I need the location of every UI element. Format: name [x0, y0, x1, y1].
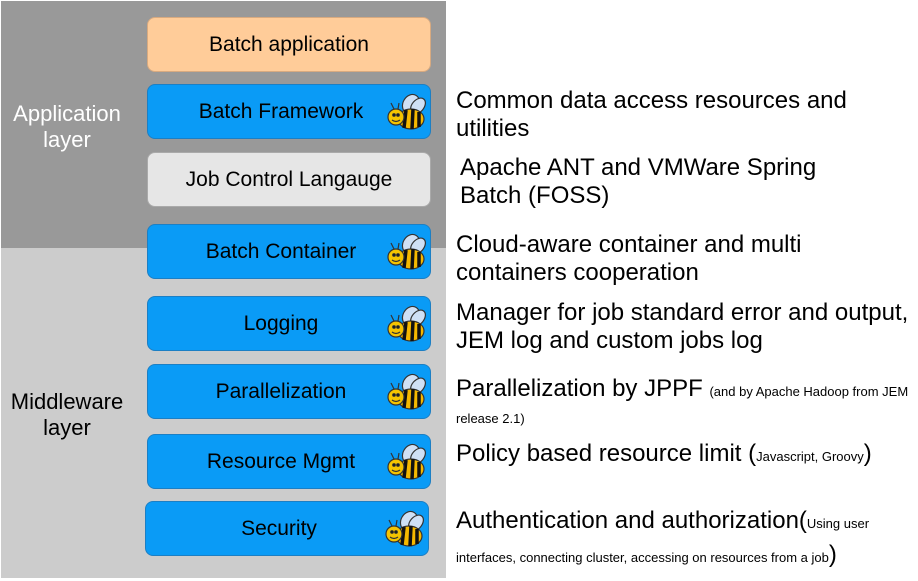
box-label: Batch Container: [205, 239, 357, 263]
logging-description: Manager for job standard error and outpu…: [456, 299, 909, 354]
parallelization-box: Parallelization: [147, 364, 431, 419]
box-label: Batch Framework: [198, 99, 364, 123]
box-label: Batch application: [209, 32, 369, 56]
description-close: ): [863, 440, 872, 467]
middleware-layer-label: Middleware layer: [10, 389, 124, 440]
security-description: Authentication and authorization(Using u…: [456, 505, 916, 573]
bee-icon: [385, 510, 424, 547]
application-layer-label: Application layer: [13, 101, 121, 152]
box-label: Security: [241, 516, 317, 540]
description-main: Parallelization by JPPF: [456, 375, 710, 402]
description-main: Policy based resource limit (: [456, 440, 757, 467]
container-description: Cloud-aware container and multi containe…: [456, 231, 802, 286]
batch-application-box: Batch application: [147, 17, 431, 72]
jcl-box: Job Control Langauge: [147, 152, 431, 207]
resource-mgmt-box: Resource Mgmt: [147, 434, 431, 489]
bee-icon: [387, 233, 426, 270]
jcl-description: Apache ANT and VMWare Spring Batch (FOSS…: [460, 154, 817, 209]
security-box: Security: [145, 501, 429, 556]
bee-icon: [387, 93, 426, 130]
logging-box: Logging: [147, 296, 431, 351]
resource-description: Policy based resource limit (Javascript,…: [456, 438, 876, 472]
box-label: Logging: [243, 311, 319, 335]
bee-icon: [387, 443, 426, 480]
framework-description: Common data access resources and utiliti…: [456, 87, 847, 142]
description-main: Authentication and authorization(: [456, 507, 807, 534]
batch-container-box: Batch Container: [147, 224, 431, 279]
parallelization-description: Parallelization by JPPF (and by Apache H…: [456, 377, 916, 431]
box-label: Parallelization: [215, 379, 347, 403]
box-label: Resource Mgmt: [206, 449, 356, 473]
bee-icon: [387, 305, 426, 342]
box-label: Job Control Langauge: [185, 167, 393, 191]
batch-framework-box: Batch Framework: [147, 84, 431, 139]
description-close: ): [828, 541, 837, 568]
bee-icon: [387, 373, 426, 410]
description-note: Javascript, Groovy: [756, 449, 864, 464]
